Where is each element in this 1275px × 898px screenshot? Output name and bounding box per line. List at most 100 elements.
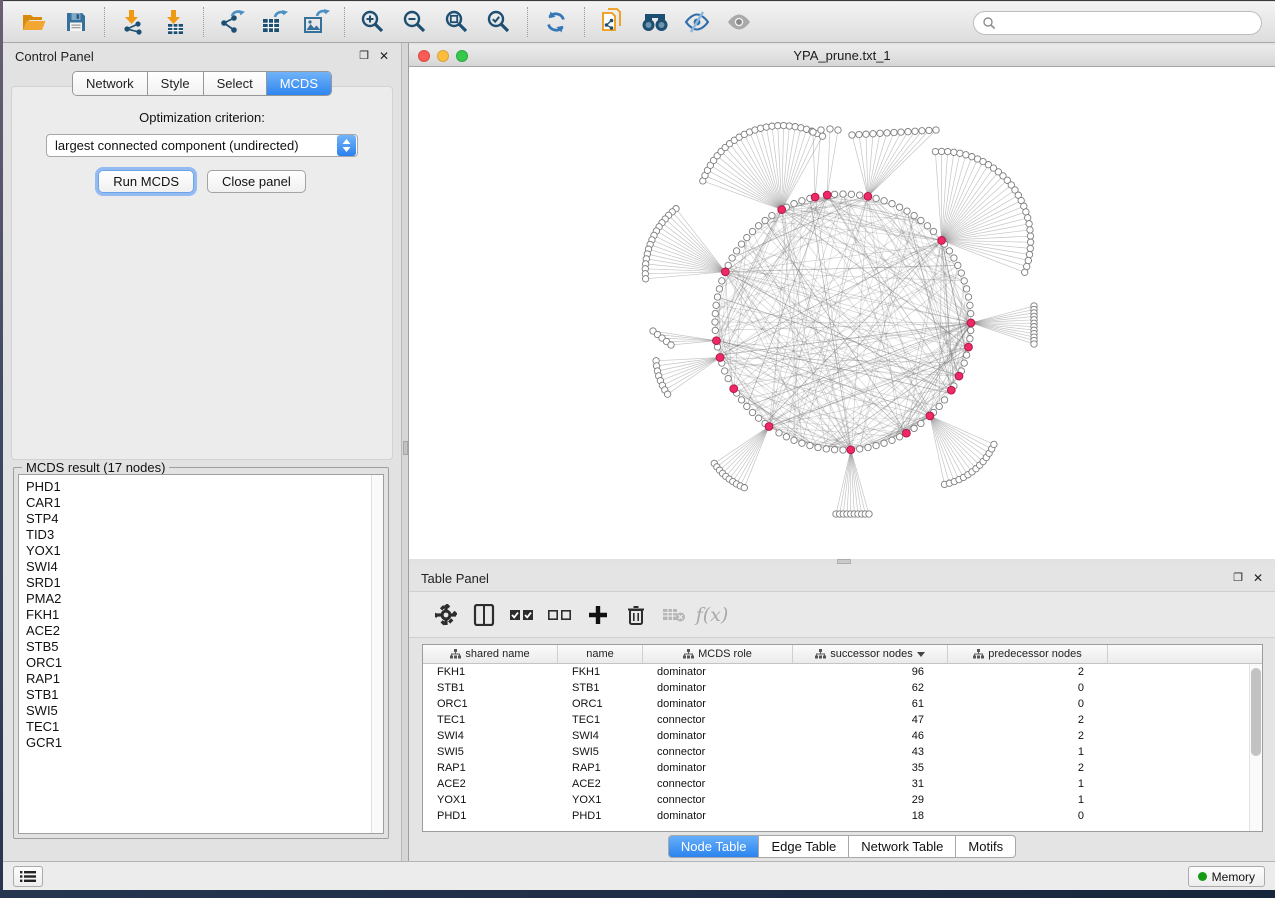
result-node-item[interactable]: RAP1 xyxy=(26,671,383,687)
memory-status-icon xyxy=(1198,872,1207,881)
export-table-icon[interactable] xyxy=(259,7,289,37)
result-node-item[interactable]: CAR1 xyxy=(26,495,383,511)
column-header-successor-nodes[interactable]: successor nodes xyxy=(793,645,948,663)
clone-network-icon[interactable] xyxy=(598,7,628,37)
tab-select[interactable]: Select xyxy=(204,72,267,95)
table-toolbar: f(x) xyxy=(409,591,1275,638)
close-panel-icon[interactable]: ✕ xyxy=(379,50,389,62)
column-header-name[interactable]: name xyxy=(558,645,643,663)
result-node-item[interactable]: SWI4 xyxy=(26,559,383,575)
result-node-item[interactable]: PMA2 xyxy=(26,591,383,607)
task-history-button[interactable] xyxy=(13,866,43,887)
result-node-item[interactable]: STB5 xyxy=(26,639,383,655)
delete-column-icon[interactable] xyxy=(622,601,650,629)
result-node-item[interactable]: SRD1 xyxy=(26,575,383,591)
show-all-icon[interactable] xyxy=(724,7,754,37)
column-settings-icon[interactable] xyxy=(432,601,460,629)
result-node-item[interactable]: FKH1 xyxy=(26,607,383,623)
network-window-title: YPA_prune.txt_1 xyxy=(409,48,1275,63)
select-all-icon[interactable] xyxy=(508,601,536,629)
vertical-splitter[interactable] xyxy=(401,43,409,861)
toggle-panels-icon[interactable] xyxy=(470,601,498,629)
result-node-item[interactable]: PHD1 xyxy=(26,479,383,495)
import-network-icon[interactable] xyxy=(118,7,148,37)
zoom-fit-icon[interactable] xyxy=(442,7,472,37)
result-node-item[interactable]: TID3 xyxy=(26,527,383,543)
network-canvas[interactable] xyxy=(409,67,1275,559)
node-table[interactable]: shared namenameMCDS rolesuccessor nodesp… xyxy=(422,644,1263,832)
zoom-out-icon[interactable] xyxy=(400,7,430,37)
cell-shared-name: SWI4 xyxy=(423,730,558,742)
tab-motifs[interactable]: Motifs xyxy=(956,835,1016,858)
network-window-titlebar[interactable]: YPA_prune.txt_1 xyxy=(409,45,1275,67)
tab-edge-table[interactable]: Edge Table xyxy=(759,835,849,858)
cell-name: TEC1 xyxy=(558,714,643,726)
optimization-criterion-select[interactable]: largest connected component (undirected) xyxy=(46,134,358,157)
open-file-icon[interactable] xyxy=(19,7,49,37)
delete-table-icon[interactable] xyxy=(660,601,688,629)
zoom-selected-icon[interactable] xyxy=(484,7,514,37)
scrollbar-thumb[interactable] xyxy=(1251,668,1261,756)
cell-name: FKH1 xyxy=(558,666,643,678)
result-node-item[interactable]: STP4 xyxy=(26,511,383,527)
table-row[interactable]: ORC1ORC1dominator610 xyxy=(423,696,1262,712)
hide-selected-icon[interactable] xyxy=(682,7,712,37)
tab-style[interactable]: Style xyxy=(148,72,204,95)
add-column-icon[interactable] xyxy=(584,601,612,629)
float-panel-icon[interactable]: ❐ xyxy=(359,51,369,62)
column-header-MCDS-role[interactable]: MCDS role xyxy=(643,645,793,663)
result-node-item[interactable]: TEC1 xyxy=(26,719,383,735)
result-node-item[interactable]: ORC1 xyxy=(26,655,383,671)
table-row[interactable]: SWI5SWI5connector431 xyxy=(423,744,1262,760)
table-row[interactable]: YOX1YOX1connector291 xyxy=(423,792,1262,808)
close-panel-button[interactable]: Close panel xyxy=(207,170,306,193)
import-table-icon[interactable] xyxy=(160,7,190,37)
result-node-item[interactable]: YOX1 xyxy=(26,543,383,559)
search-input[interactable] xyxy=(973,11,1262,35)
cell-shared-name: ACE2 xyxy=(423,778,558,790)
tab-network[interactable]: Network xyxy=(73,72,148,95)
cell-successor-nodes: 46 xyxy=(793,730,948,742)
result-list-scrollbar[interactable] xyxy=(371,475,383,833)
export-network-icon[interactable] xyxy=(217,7,247,37)
network-window: YPA_prune.txt_1 xyxy=(409,45,1275,559)
tab-network-table[interactable]: Network Table xyxy=(849,835,956,858)
result-node-item[interactable]: SWI5 xyxy=(26,703,383,719)
table-row[interactable]: FKH1FKH1dominator962 xyxy=(423,664,1262,680)
optimization-criterion-value: largest connected component (undirected) xyxy=(47,138,337,153)
result-node-item[interactable]: GCR1 xyxy=(26,735,383,751)
tab-mcds[interactable]: MCDS xyxy=(267,72,331,95)
cell-MCDS-role: connector xyxy=(643,746,793,758)
refresh-icon[interactable] xyxy=(541,7,571,37)
first-neighbors-icon[interactable] xyxy=(640,7,670,37)
table-row[interactable]: TEC1TEC1connector472 xyxy=(423,712,1262,728)
close-panel-icon[interactable]: ✕ xyxy=(1253,572,1263,584)
zoom-in-icon[interactable] xyxy=(358,7,388,37)
export-image-icon[interactable] xyxy=(301,7,331,37)
run-mcds-button[interactable]: Run MCDS xyxy=(98,170,194,193)
table-row[interactable]: ACE2ACE2connector311 xyxy=(423,776,1262,792)
deselect-all-icon[interactable] xyxy=(546,601,574,629)
result-node-item[interactable]: STB1 xyxy=(26,687,383,703)
cell-predecessor-nodes: 2 xyxy=(948,666,1108,678)
mcds-result-list[interactable]: PHD1CAR1STP4TID3YOX1SWI4SRD1PMA2FKH1ACE2… xyxy=(18,474,384,834)
tab-node-table[interactable]: Node Table xyxy=(668,835,760,858)
table-scrollbar[interactable] xyxy=(1249,664,1262,831)
result-node-item[interactable]: ACE2 xyxy=(26,623,383,639)
float-panel-icon[interactable]: ❐ xyxy=(1233,573,1243,584)
column-header-shared-name[interactable]: shared name xyxy=(423,645,558,663)
table-row[interactable]: STB1STB1dominator620 xyxy=(423,680,1262,696)
splitter-grip[interactable] xyxy=(403,441,408,455)
table-row[interactable]: SWI4SWI4dominator462 xyxy=(423,728,1262,744)
splitter-grip[interactable] xyxy=(837,559,851,564)
save-icon[interactable] xyxy=(61,7,91,37)
cell-shared-name: PHD1 xyxy=(423,810,558,822)
table-panel-title: Table Panel xyxy=(421,571,1223,586)
cell-MCDS-role: dominator xyxy=(643,730,793,742)
table-row[interactable]: RAP1RAP1dominator352 xyxy=(423,760,1262,776)
table-row[interactable]: PHD1PHD1dominator180 xyxy=(423,808,1262,824)
memory-button[interactable]: Memory xyxy=(1188,866,1265,887)
cell-MCDS-role: dominator xyxy=(643,762,793,774)
network-graph[interactable] xyxy=(409,67,1275,559)
column-header-predecessor-nodes[interactable]: predecessor nodes xyxy=(948,645,1108,663)
